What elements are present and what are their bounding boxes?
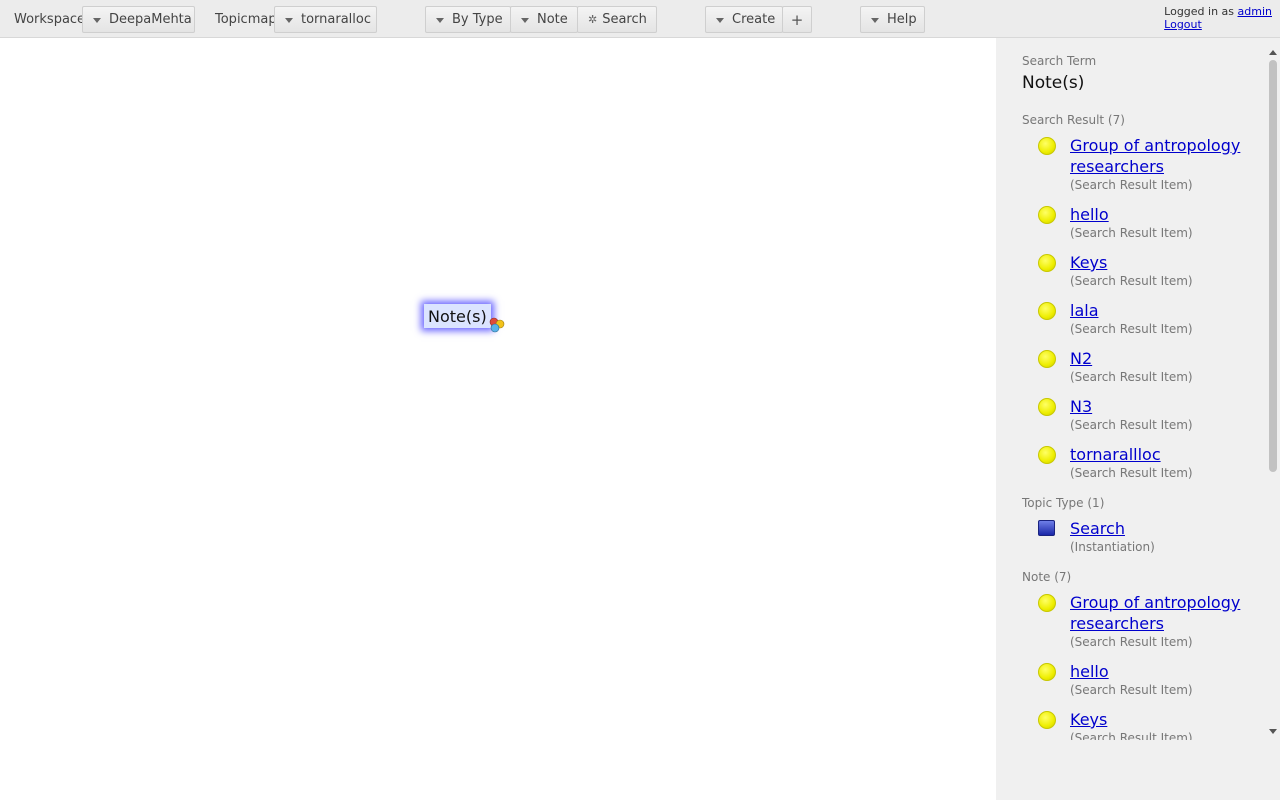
list-item: lala (Search Result Item) [1022, 300, 1264, 336]
chevron-down-icon [285, 17, 293, 23]
search-button-label: Search [602, 12, 647, 27]
note-type-menu[interactable]: Note [510, 6, 578, 33]
topic-type-group: Topic Type (1) Search (Instantiation) [1022, 496, 1264, 554]
chevron-down-icon [93, 17, 101, 23]
list-item: Search (Instantiation) [1022, 518, 1264, 554]
result-subtitle: (Instantiation) [1070, 540, 1155, 554]
note-icon [1038, 398, 1056, 416]
result-subtitle: (Search Result Item) [1070, 226, 1193, 240]
search-term-label: Search Term [1022, 54, 1097, 68]
result-link[interactable]: hello [1070, 661, 1260, 682]
chevron-down-icon [436, 17, 444, 23]
chevron-down-icon [521, 17, 529, 23]
result-subtitle: (Search Result Item) [1070, 322, 1193, 336]
workspace-select-value: DeepaMehta [109, 12, 192, 27]
login-prefix: Logged in as [1164, 5, 1235, 18]
result-link[interactable]: Group of antropology researchers [1070, 135, 1260, 177]
result-subtitle: (Search Result Item) [1070, 178, 1193, 192]
result-link[interactable]: lala [1070, 300, 1260, 321]
create-menu-label: Create [732, 12, 776, 27]
search-topic-icon [489, 317, 505, 333]
workspace-select[interactable]: DeepaMehta [82, 6, 195, 33]
scrollbar-thumb[interactable] [1269, 60, 1277, 472]
scroll-up-icon[interactable] [1269, 50, 1277, 55]
note-icon [1038, 206, 1056, 224]
create-menu[interactable]: Create [705, 6, 783, 33]
by-type-label: By Type [452, 12, 503, 27]
topicmap-canvas[interactable]: Note(s) [0, 38, 996, 800]
note-icon [1038, 663, 1056, 681]
result-link[interactable]: tornarallloc [1070, 444, 1260, 465]
list-item: N3 (Search Result Item) [1022, 396, 1264, 432]
topicmap-label: Topicmap [215, 12, 277, 27]
result-link[interactable]: Keys [1070, 709, 1260, 730]
topic-node-label: Note(s) [428, 306, 487, 326]
result-link[interactable]: N2 [1070, 348, 1260, 369]
detail-scroll-area[interactable]: Search Term Note(s) Search Result (7) Gr… [996, 38, 1264, 740]
note-icon [1038, 302, 1056, 320]
list-item: hello (Search Result Item) [1022, 661, 1264, 697]
topic-type-icon [1038, 520, 1055, 536]
note-icon [1038, 254, 1056, 272]
scroll-down-icon[interactable] [1269, 729, 1277, 734]
list-item: Keys (Search Result Item) [1022, 709, 1264, 740]
gear-icon: ✲ [588, 13, 598, 26]
result-link[interactable]: Search [1070, 518, 1260, 539]
result-link[interactable]: hello [1070, 204, 1260, 225]
login-status: Logged in as admin Logout [1164, 5, 1272, 31]
workspace-label: Workspace [14, 12, 86, 27]
group-label: Note (7) [1022, 570, 1072, 584]
result-link[interactable]: Keys [1070, 252, 1260, 273]
result-link[interactable]: Group of antropology researchers [1070, 592, 1260, 634]
chevron-down-icon [871, 17, 879, 23]
list-item: tornarallloc (Search Result Item) [1022, 444, 1264, 480]
list-item: Group of antropology researchers (Search … [1022, 135, 1264, 192]
result-subtitle: (Search Result Item) [1070, 418, 1193, 432]
list-item: N2 (Search Result Item) [1022, 348, 1264, 384]
search-term-value: Note(s) [1022, 73, 1085, 93]
note-icon [1038, 711, 1056, 729]
group-label: Search Result (7) [1022, 113, 1125, 127]
result-subtitle: (Search Result Item) [1070, 274, 1193, 288]
by-type-menu[interactable]: By Type [425, 6, 511, 33]
result-subtitle: (Search Result Item) [1070, 466, 1193, 480]
topicmap-select-value: tornaralloc [301, 12, 372, 27]
group-label: Topic Type (1) [1022, 496, 1105, 510]
list-item: Group of antropology researchers (Search … [1022, 592, 1264, 649]
result-subtitle: (Search Result Item) [1070, 635, 1193, 649]
search-result-group: Search Result (7) Group of antropology r… [1022, 113, 1264, 480]
result-link[interactable]: N3 [1070, 396, 1260, 417]
detail-panel: Search Term Note(s) Search Result (7) Gr… [996, 38, 1280, 800]
note-icon [1038, 446, 1056, 464]
result-subtitle: (Search Result Item) [1070, 683, 1193, 697]
chevron-down-icon [716, 17, 724, 23]
detail-scrollbar[interactable] [1266, 42, 1280, 742]
search-button[interactable]: ✲ Search [577, 6, 657, 33]
note-icon [1038, 594, 1056, 612]
note-icon [1038, 137, 1056, 155]
list-item: Keys (Search Result Item) [1022, 252, 1264, 288]
list-item: hello (Search Result Item) [1022, 204, 1264, 240]
create-add-button[interactable]: + [782, 6, 812, 33]
logout-link[interactable]: Logout [1164, 18, 1202, 31]
help-menu[interactable]: Help [860, 6, 925, 33]
toolbar: Workspace DeepaMehta Topicmap tornarallo… [0, 0, 1280, 38]
note-icon [1038, 350, 1056, 368]
result-subtitle: (Search Result Item) [1070, 731, 1193, 740]
plus-icon: + [790, 10, 804, 29]
user-link[interactable]: admin [1238, 5, 1272, 18]
result-subtitle: (Search Result Item) [1070, 370, 1193, 384]
topicmap-select[interactable]: tornaralloc [274, 6, 377, 33]
note-type-label: Note [537, 12, 568, 27]
note-group: Note (7) Group of antropology researcher… [1022, 570, 1264, 740]
help-menu-label: Help [887, 12, 917, 27]
selected-topic-node[interactable]: Note(s) [424, 304, 491, 328]
